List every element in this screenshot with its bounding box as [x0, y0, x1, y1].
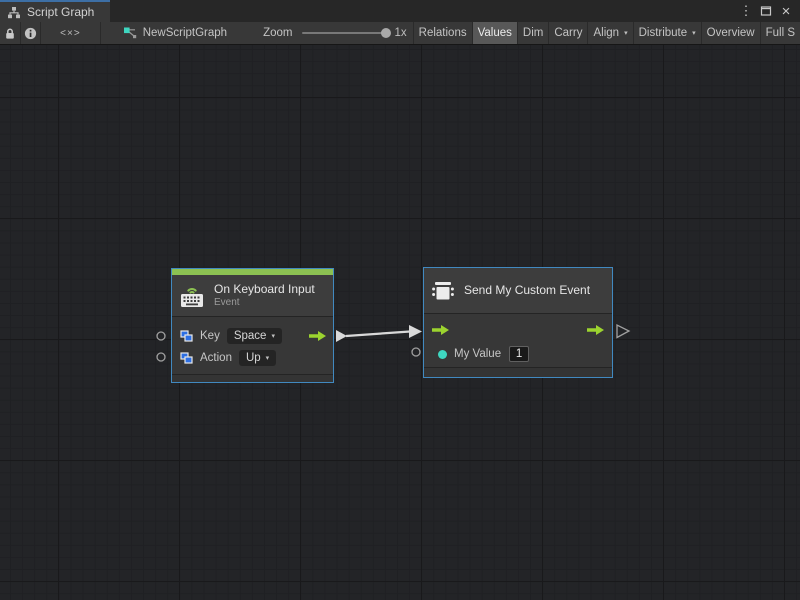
zoom-slider[interactable]	[302, 32, 388, 34]
dim-button[interactable]: Dim	[518, 22, 548, 44]
variable-icon	[180, 352, 193, 364]
close-icon[interactable]: ×	[777, 2, 795, 20]
zoom-level: 1x	[394, 27, 406, 39]
chevron-down-icon: ▾	[271, 332, 275, 340]
carry-button[interactable]: Carry	[549, 22, 587, 44]
info-icon	[24, 27, 37, 40]
window-controls: ⋮ ×	[737, 0, 800, 22]
key-dropdown[interactable]: Space ▾	[227, 328, 282, 344]
align-label: Align	[593, 27, 619, 39]
port-row-action: Action Up ▾	[172, 347, 333, 369]
toolbar-separator	[100, 22, 101, 44]
custom-event-icon	[430, 278, 456, 304]
tab-strip: Script Graph ⋮ ×	[0, 0, 800, 22]
code-preview-button[interactable]: <×>	[41, 22, 100, 44]
graph-canvas[interactable]: On Keyboard Input Event Key Space ▾	[0, 45, 800, 600]
action-dropdown[interactable]: Up ▾	[239, 350, 276, 366]
window-menu-icon[interactable]: ⋮	[737, 2, 755, 20]
graph-name-button[interactable]: NewScriptGraph	[113, 22, 237, 44]
node-body: Key Space ▾	[172, 316, 333, 374]
node-title: Send My Custom Event	[464, 283, 590, 297]
variable-icon	[180, 330, 193, 342]
info-button[interactable]	[21, 22, 41, 44]
zoom-label: Zoom	[263, 27, 292, 39]
port-label-action: Action	[200, 352, 232, 364]
port-row-myvalue: My Value 1	[424, 342, 612, 366]
zoom-slider-handle[interactable]	[381, 28, 391, 38]
node-header[interactable]: Send My Custom Event	[424, 268, 612, 313]
fullscreen-button[interactable]: Full S	[761, 22, 800, 44]
flow-row	[424, 318, 612, 342]
align-button[interactable]: Align ▾	[588, 22, 632, 44]
node-body: My Value 1	[424, 313, 612, 367]
tab-title: Script Graph	[27, 5, 94, 19]
connections-layer	[0, 45, 800, 600]
port-flow-output-open[interactable]	[617, 325, 629, 338]
chevron-down-icon: ▾	[624, 29, 628, 37]
zoom-control: Zoom 1x	[263, 22, 413, 44]
port-key-input[interactable]	[157, 332, 165, 340]
value-port-dot	[438, 350, 447, 359]
graph-icon	[123, 26, 137, 40]
port-label-myvalue: My Value	[454, 348, 501, 360]
flow-wire-arrowhead	[409, 325, 422, 338]
flow-arrow-icon	[309, 331, 326, 341]
myvalue-input[interactable]: 1	[509, 346, 529, 362]
node-subtitle: Event	[214, 297, 315, 309]
flow-wire[interactable]	[346, 332, 410, 337]
graph-name-label: NewScriptGraph	[143, 27, 227, 39]
node-title: On Keyboard Input	[214, 282, 315, 296]
chevron-down-icon: ▾	[692, 29, 696, 37]
keyboard-icon	[178, 282, 206, 309]
port-action-input[interactable]	[157, 353, 165, 361]
port-flow-output-connected[interactable]	[336, 330, 347, 342]
key-dropdown-value: Space	[234, 330, 267, 342]
flow-arrow-icon	[432, 325, 449, 335]
chevron-down-icon: ▾	[266, 354, 270, 362]
script-graph-window: Script Graph ⋮ ×	[0, 0, 800, 600]
port-label-key: Key	[200, 330, 220, 342]
flow-arrow-icon	[587, 325, 604, 335]
maximize-icon[interactable]	[757, 2, 775, 20]
relations-button[interactable]: Relations	[414, 22, 472, 44]
distribute-label: Distribute	[639, 27, 688, 39]
overview-button[interactable]: Overview	[702, 22, 760, 44]
port-row-key: Key Space ▾	[172, 325, 333, 347]
port-myvalue-input[interactable]	[412, 348, 420, 356]
lock-icon	[4, 27, 16, 40]
script-graph-tab-icon	[7, 6, 21, 19]
toolbar: <×> NewScriptGraph Zoom 1x Relations Val…	[0, 22, 800, 45]
node-footer	[172, 374, 333, 382]
tab-script-graph[interactable]: Script Graph	[0, 0, 110, 22]
values-button[interactable]: Values	[473, 22, 517, 44]
node-on-keyboard-input[interactable]: On Keyboard Input Event Key Space ▾	[171, 268, 334, 383]
node-send-my-custom-event[interactable]: Send My Custom Event My Value 1	[423, 267, 613, 378]
node-footer	[424, 367, 612, 377]
lock-button[interactable]	[0, 22, 20, 44]
distribute-button[interactable]: Distribute ▾	[634, 22, 701, 44]
action-dropdown-value: Up	[246, 352, 261, 364]
node-header[interactable]: On Keyboard Input Event	[172, 275, 333, 316]
